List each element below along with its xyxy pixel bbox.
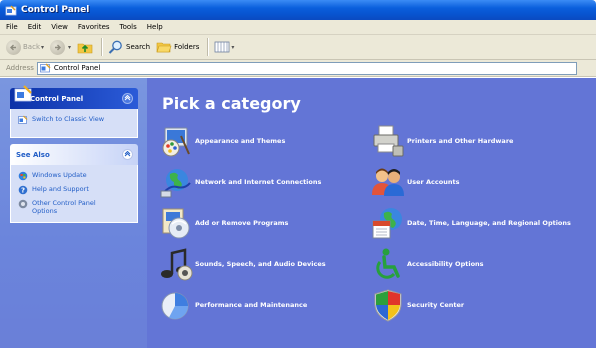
category-network-and-internet[interactable]: Network and Internet Connections bbox=[159, 165, 321, 199]
windows-update-label: Windows Update bbox=[32, 171, 87, 179]
collapse-chevron-icon[interactable] bbox=[122, 93, 133, 104]
views-icon bbox=[214, 41, 230, 53]
panel-title: See Also bbox=[16, 150, 50, 159]
forward-button[interactable]: ▾ bbox=[50, 39, 71, 55]
windows-update-icon bbox=[18, 171, 28, 181]
see-also-panel: See Also Windows Update ? Help and Suppo… bbox=[10, 144, 138, 223]
security-icon bbox=[374, 289, 402, 322]
toolbar-separator bbox=[207, 38, 209, 56]
menu-bar: File Edit View Favorites Tools Help bbox=[0, 20, 596, 35]
address-bar: Address Control Panel bbox=[0, 60, 596, 77]
menu-file[interactable]: File bbox=[6, 23, 18, 31]
category-performance-and-maintenance[interactable]: Performance and Maintenance bbox=[159, 288, 307, 322]
other-control-panel-options-label: Other Control Panel Options bbox=[32, 199, 96, 215]
help-and-support-link[interactable]: ? Help and Support bbox=[18, 185, 130, 195]
accessibility-icon bbox=[376, 248, 400, 279]
appearance-icon bbox=[162, 127, 190, 157]
control-panel-panel-body: Switch to Classic View bbox=[10, 109, 138, 138]
printer-icon bbox=[373, 125, 404, 157]
category-accessibility-options[interactable]: Accessibility Options bbox=[371, 247, 484, 281]
up-folder-button[interactable] bbox=[77, 39, 93, 55]
category-label: Date, Time, Language, and Regional Optio… bbox=[407, 219, 571, 227]
toolbar-separator bbox=[101, 38, 103, 56]
users-icon bbox=[372, 168, 404, 196]
folders-icon bbox=[156, 42, 172, 53]
search-label: Search bbox=[126, 43, 151, 51]
category-appearance-and-themes[interactable]: Appearance and Themes bbox=[159, 124, 285, 158]
page-title: Pick a category bbox=[162, 94, 301, 113]
windows-update-link[interactable]: Windows Update bbox=[18, 171, 130, 181]
category-user-accounts[interactable]: User Accounts bbox=[371, 165, 459, 199]
back-label: Back bbox=[23, 43, 40, 51]
switch-to-classic-view-label: Switch to Classic View bbox=[32, 115, 105, 123]
control-panel-icon bbox=[5, 4, 17, 15]
category-label: Printers and Other Hardware bbox=[407, 137, 514, 145]
category-add-or-remove-programs[interactable]: Add or Remove Programs bbox=[159, 206, 288, 240]
network-icon bbox=[160, 169, 191, 198]
category-label: Accessibility Options bbox=[407, 260, 484, 268]
see-also-panel-body: Windows Update ? Help and Support Other … bbox=[10, 165, 138, 223]
svg-text:?: ? bbox=[21, 187, 25, 195]
back-button[interactable]: Back ▾ bbox=[6, 39, 44, 55]
views-button[interactable]: ▾ bbox=[214, 40, 234, 54]
folders-button[interactable]: Folders bbox=[156, 39, 199, 55]
sound-icon bbox=[161, 248, 193, 281]
add-remove-icon bbox=[162, 208, 190, 239]
category-label: Performance and Maintenance bbox=[195, 301, 308, 309]
window-title: Control Panel bbox=[21, 5, 90, 15]
address-value: Control Panel bbox=[53, 64, 101, 72]
category-label: Appearance and Themes bbox=[195, 137, 286, 145]
back-dropdown-icon[interactable]: ▾ bbox=[41, 44, 44, 51]
content-area: Control Panel Switch to Classic View See… bbox=[0, 78, 596, 348]
forward-dropdown-icon[interactable]: ▾ bbox=[68, 44, 71, 51]
search-icon bbox=[108, 40, 122, 54]
switch-to-classic-view-link[interactable]: Switch to Classic View bbox=[18, 115, 130, 125]
control-panel-panel: Control Panel Switch to Classic View bbox=[10, 85, 138, 138]
category-security-center[interactable]: Security Center bbox=[371, 288, 464, 322]
back-arrow-icon bbox=[6, 39, 21, 55]
menu-edit[interactable]: Edit bbox=[28, 23, 42, 31]
menu-view[interactable]: View bbox=[51, 23, 68, 31]
category-date-time-language-regional[interactable]: Date, Time, Language, and Regional Optio… bbox=[371, 206, 571, 240]
menu-tools[interactable]: Tools bbox=[120, 23, 137, 31]
views-dropdown-icon[interactable]: ▾ bbox=[231, 44, 234, 51]
folders-label: Folders bbox=[174, 43, 200, 51]
category-printers-and-hardware[interactable]: Printers and Other Hardware bbox=[371, 124, 513, 158]
classic-view-icon bbox=[18, 115, 28, 124]
options-icon bbox=[18, 199, 28, 209]
forward-arrow-icon bbox=[50, 39, 66, 55]
address-field[interactable]: Control Panel bbox=[36, 61, 577, 75]
other-control-panel-options-link[interactable]: Other Control Panel Options bbox=[18, 199, 130, 215]
category-sounds-speech-audio[interactable]: Sounds, Speech, and Audio Devices bbox=[159, 247, 326, 281]
control-panel-icon bbox=[14, 85, 32, 102]
category-label: Sounds, Speech, and Audio Devices bbox=[195, 260, 326, 268]
panel-title: Control Panel bbox=[30, 94, 84, 103]
category-label: Add or Remove Programs bbox=[195, 219, 289, 227]
help-icon: ? bbox=[18, 185, 28, 195]
up-folder-icon bbox=[77, 43, 93, 54]
category-label: Network and Internet Connections bbox=[195, 178, 322, 186]
search-button[interactable]: Search bbox=[108, 39, 150, 55]
category-view: Pick a category Appearance and Themes Ne… bbox=[147, 78, 596, 348]
menu-help[interactable]: Help bbox=[147, 23, 163, 31]
control-panel-panel-header[interactable]: Control Panel bbox=[10, 85, 138, 109]
performance-icon bbox=[161, 292, 189, 320]
address-label: Address bbox=[6, 64, 34, 72]
menu-favorites[interactable]: Favorites bbox=[78, 23, 110, 31]
control-panel-icon bbox=[39, 63, 51, 73]
see-also-panel-header[interactable]: See Also bbox=[10, 144, 138, 165]
help-and-support-label: Help and Support bbox=[32, 185, 89, 193]
category-label: Security Center bbox=[407, 301, 465, 309]
category-label: User Accounts bbox=[407, 178, 460, 186]
toolbar: Back ▾ ▾ Search Folders ▾ bbox=[0, 35, 596, 60]
collapse-chevron-icon[interactable] bbox=[122, 149, 133, 160]
title-bar[interactable]: Control Panel bbox=[0, 0, 596, 20]
date-time-icon bbox=[372, 208, 402, 239]
task-pane: Control Panel Switch to Classic View See… bbox=[0, 78, 147, 348]
